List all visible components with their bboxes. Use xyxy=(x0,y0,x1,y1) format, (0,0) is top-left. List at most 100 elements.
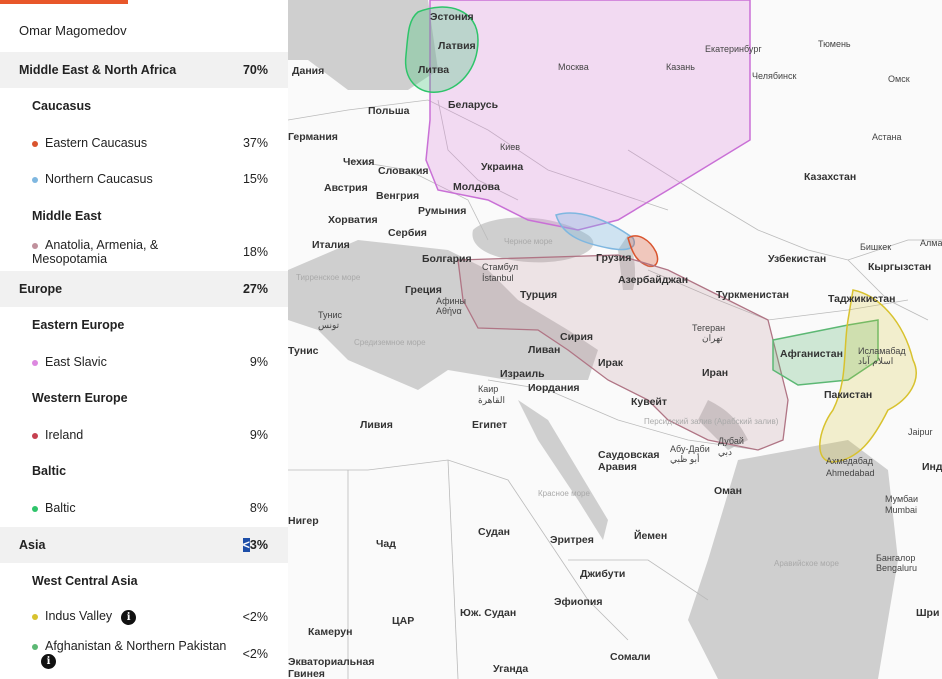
row-percentage: 15% xyxy=(242,172,268,187)
city-label: Киев xyxy=(500,142,520,152)
country-label: Кыргызстан xyxy=(868,261,931,273)
legend-dot xyxy=(32,359,38,366)
row-label-text: Ireland xyxy=(45,427,84,442)
country-label: Уганда xyxy=(493,663,528,675)
city-label: Бангалор xyxy=(876,553,915,563)
country-label: Литва xyxy=(418,64,449,76)
city-label: Стамбул xyxy=(482,262,518,272)
sea-label: Красное море xyxy=(538,489,590,498)
city-label: Bengaluru xyxy=(876,563,917,573)
legend-dot xyxy=(32,243,38,250)
subregion-row: Western Europe xyxy=(0,380,288,416)
row-label: Middle East xyxy=(32,209,228,223)
map-view[interactable]: Эстония Латвия Литва Дания Польша Беларусь Гер… xyxy=(288,0,942,679)
country-label: Хорватия xyxy=(328,214,378,226)
row-label: Eastern Caucasus xyxy=(32,136,228,150)
city-label: أبو ظبي xyxy=(670,452,700,465)
city-label: Тегеран xyxy=(692,323,725,333)
row-percentage: 9% xyxy=(249,427,268,442)
city-label: Jaipur xyxy=(908,427,933,437)
city-label: Афины xyxy=(436,296,466,306)
info-icon[interactable]: i xyxy=(121,610,137,626)
ethnicity-row[interactable]: Ireland 9% xyxy=(0,417,288,453)
row-label: Northern Caucasus xyxy=(32,172,228,186)
ethnicity-row[interactable]: Indus Valley i <2% xyxy=(0,599,288,635)
row-label-text: Baltic xyxy=(45,501,76,515)
region-row[interactable]: Middle East & North Africa 70% xyxy=(0,52,288,88)
country-label: Узбекистан xyxy=(768,253,826,265)
row-label-text: Middle East & North Africa xyxy=(19,63,177,77)
country-label: Беларусь xyxy=(448,99,499,111)
country-label: Азербайджан xyxy=(618,274,688,286)
ethnicity-row[interactable]: Eastern Caucasus 37% xyxy=(0,125,288,161)
row-label: East Slavic xyxy=(32,355,228,369)
country-label: ЦАР xyxy=(392,615,414,627)
row-label: West Central Asia xyxy=(32,574,228,588)
country-label: Чехия xyxy=(343,156,375,168)
country-label: Эритрея xyxy=(550,534,594,546)
row-label: Baltic xyxy=(32,464,228,478)
country-label: Словакия xyxy=(378,165,429,177)
row-percentage: 37% xyxy=(242,135,268,150)
country-label: Дания xyxy=(292,65,324,77)
row-label: Afghanistan & Northern Pakistani xyxy=(32,639,228,669)
ethnicity-row[interactable]: Northern Caucasus 15% xyxy=(0,161,288,197)
row-label-text: Asia xyxy=(19,537,46,552)
country-label: Германия xyxy=(288,131,338,143)
city-label: Mumbai xyxy=(885,505,917,515)
info-icon[interactable]: i xyxy=(41,653,56,669)
country-label: Аравия xyxy=(598,461,637,473)
row-label-text: Indus Valley xyxy=(45,609,113,624)
text-cursor: < xyxy=(242,537,250,552)
country-label: Иран xyxy=(702,367,728,379)
country-label: Египет xyxy=(472,419,507,431)
city-label: Екатеринбург xyxy=(705,44,762,54)
country-label: Польша xyxy=(368,105,410,117)
sea-label: Аравийское море xyxy=(774,559,840,568)
country-label: Сирия xyxy=(560,331,593,343)
subregion-row: Middle East xyxy=(0,198,288,234)
country-label: Сомали xyxy=(610,651,650,663)
country-label: Эстония xyxy=(430,11,474,23)
city-label: تهران xyxy=(702,333,723,344)
row-label-text: East Slavic xyxy=(45,354,107,369)
country-label: Нигер xyxy=(288,515,319,527)
row-label: Anatolia, Armenia, & Mesopotamia xyxy=(32,238,228,266)
row-percentage: 18% xyxy=(242,245,268,260)
ethnicity-row[interactable]: Anatolia, Armenia, & Mesopotamia 18% xyxy=(0,234,288,270)
row-percentage: <2% xyxy=(242,610,268,625)
ethnicity-panel: Omar Magomedov Middle East & North Afric… xyxy=(0,0,288,679)
active-tab-indicator xyxy=(0,0,128,4)
country-label: Румыния xyxy=(418,205,466,217)
row-percentage: <2% xyxy=(242,646,268,661)
user-name: Omar Magomedov xyxy=(19,23,127,38)
row-percentage: <3% xyxy=(242,537,268,552)
ethnicity-row[interactable]: East Slavic 9% xyxy=(0,344,288,380)
sea-label: Персидский залив (Арабский залив) xyxy=(644,417,779,426)
city-label: İstanbul xyxy=(482,273,514,283)
country-label: Италия xyxy=(312,239,350,251)
country-label: Гвинея xyxy=(288,668,325,679)
legend-dot xyxy=(32,506,38,512)
row-label-text: Afghanistan & Northern Pakistan xyxy=(45,638,227,653)
country-label: Кувейт xyxy=(631,396,667,408)
ethnicity-row[interactable]: Afghanistan & Northern Pakistani <2% xyxy=(0,636,288,672)
row-label: Caucasus xyxy=(32,99,228,113)
city-label: Каир xyxy=(478,384,498,394)
country-label: Оман xyxy=(714,485,742,497)
country-label: Джибути xyxy=(580,568,625,580)
region-row[interactable]: Asia <3% xyxy=(0,526,288,563)
city-label: Αθήνα xyxy=(436,306,462,316)
country-label: Экваториальная xyxy=(288,656,374,668)
country-label: Таджикистан xyxy=(828,293,895,305)
row-label-text: Middle East xyxy=(32,208,102,223)
ethnicity-row[interactable]: Baltic 8% xyxy=(0,490,288,526)
country-label: Израиль xyxy=(500,368,545,380)
map-canvas[interactable]: Эстония Латвия Литва Дания Польша Беларусь Гер… xyxy=(288,0,942,679)
sea-label: Тирренское море xyxy=(296,273,361,282)
country-label: Венгрия xyxy=(376,190,419,202)
row-label-text: Western Europe xyxy=(32,391,128,406)
city-label: Астана xyxy=(872,132,902,142)
row-label: Middle East & North Africa xyxy=(19,63,228,77)
region-row[interactable]: Europe 27% xyxy=(0,271,288,307)
